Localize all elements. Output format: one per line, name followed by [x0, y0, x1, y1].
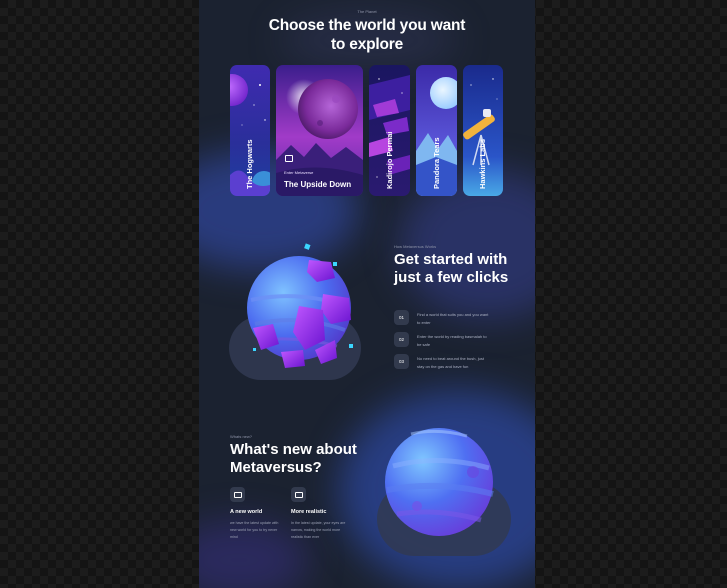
step-number: 02: [394, 332, 409, 347]
hero-title: Choose the world you want to explore: [268, 17, 466, 53]
purple-planet-art: [229, 243, 361, 380]
whats-new-eyebrow: Whats new?: [230, 434, 253, 439]
world-card-kadirojo[interactable]: Kadirojo Permai: [369, 65, 410, 196]
world-card-label: Hawkins Labs: [478, 138, 487, 189]
step-text: No need to beat around the bush, just st…: [417, 356, 484, 369]
steps-eyebrow: How Metaversus Works: [394, 244, 437, 249]
vr-headset-icon: [230, 487, 245, 502]
feature-title: More realistic: [291, 509, 327, 515]
hero-eyebrow: The Planet: [357, 9, 377, 14]
world-card-pandora[interactable]: Pandora Tears: [416, 65, 457, 196]
step-text: Enter the world by reading basmalah to b…: [417, 334, 487, 347]
planet-illustration-right: [377, 428, 513, 558]
landing-page: The Planet Choose the world you want to …: [199, 0, 535, 588]
vr-headset-icon: [291, 487, 306, 502]
feature-description: we have the latest update with new world…: [230, 521, 279, 539]
step-item: 03 No need to beat around the bush, just…: [394, 354, 529, 370]
enter-metaverse-label: Enter Metaverse: [284, 170, 314, 175]
step-number: 03: [394, 354, 409, 369]
world-card-label: Kadirojo Permai: [384, 131, 394, 189]
world-card-title: The Upside Down: [284, 180, 352, 189]
whats-new-title: What's new about Metaversus?: [230, 441, 357, 476]
world-card-label: The Hogwarts: [245, 139, 254, 189]
blue-planet-art: [377, 428, 511, 556]
world-card-hogwarts[interactable]: The Hogwarts: [230, 65, 270, 196]
upside-down-planet-art: [276, 65, 363, 196]
feature-title: A new world: [230, 509, 263, 515]
feature-description: In the latest update, your eyes are narr…: [291, 521, 346, 539]
world-card-label: Pandora Tears: [431, 137, 441, 189]
step-item: 01 Find a world that suits you and you w…: [394, 310, 529, 326]
vr-headset-icon: [285, 155, 293, 162]
world-card-hawkins[interactable]: Hawkins Labs: [463, 65, 503, 196]
step-item: 02 Enter the world by reading basmalah t…: [394, 332, 529, 348]
steps-title: Get started with just a few clicks: [394, 251, 509, 286]
planet-illustration-left: [227, 240, 367, 382]
step-text: Find a world that suits you and you want…: [417, 312, 489, 325]
step-number: 01: [394, 310, 409, 325]
world-card-upside-down[interactable]: Enter Metaverse The Upside Down: [276, 65, 363, 196]
